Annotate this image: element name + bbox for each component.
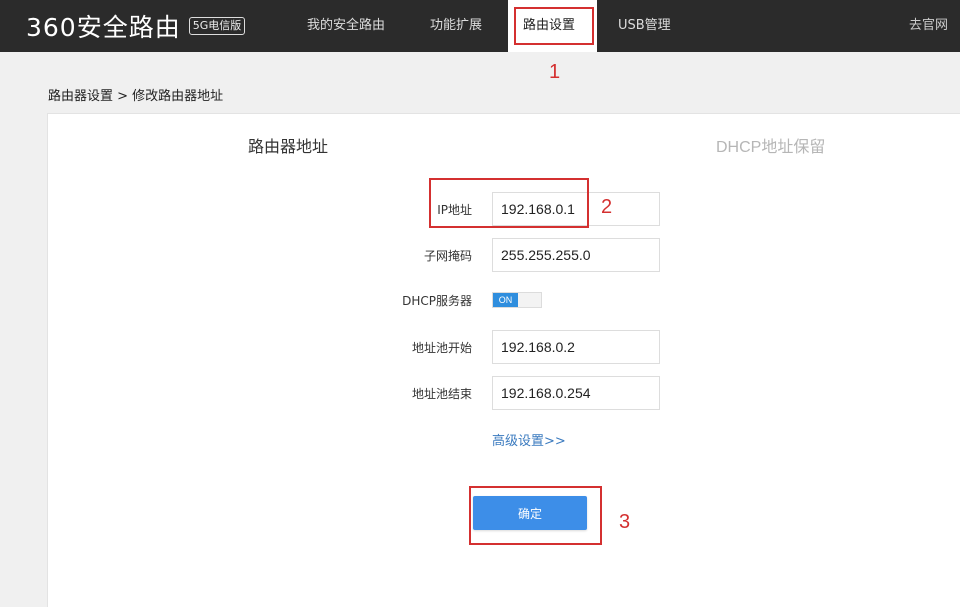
confirm-button[interactable]: 确定 <box>473 496 587 530</box>
tab-router-address[interactable]: 路由器地址 <box>248 133 328 157</box>
nav-extensions[interactable]: 功能扩展 <box>430 0 482 52</box>
dhcp-server-label: DHCP服务器 <box>402 294 472 308</box>
pool-end-input[interactable]: 192.168.0.254 <box>492 376 660 410</box>
tab-dhcp-reservation[interactable]: DHCP地址保留 <box>716 133 825 157</box>
breadcrumb: 路由器设置 > 修改路由器地址 <box>48 89 224 104</box>
pool-start-label: 地址池开始 <box>411 341 472 355</box>
logo-badge: 5G电信版 <box>188 17 246 35</box>
logo: 360安全路由 5G电信版 <box>26 8 246 44</box>
nav-my-router[interactable]: 我的安全路由 <box>307 0 385 52</box>
annotation-number-3: 3 <box>619 511 631 533</box>
toggle-on-indicator: ON <box>493 293 518 307</box>
annotation-number-2: 2 <box>601 196 613 218</box>
subnet-mask-label: 子网掩码 <box>423 249 472 263</box>
subnet-mask-input[interactable]: 255.255.255.0 <box>492 238 660 272</box>
top-nav-bar: 360安全路由 5G电信版 我的安全路由 功能扩展 路由设置 USB管理 去官网 <box>0 0 960 52</box>
logo-text: 360安全路由 <box>26 13 181 42</box>
nav-official-site[interactable]: 去官网 <box>909 0 948 52</box>
pool-start-input[interactable]: 192.168.0.2 <box>492 330 660 364</box>
dhcp-server-toggle[interactable]: ON <box>492 292 542 308</box>
pool-end-label: 地址池结束 <box>411 387 472 401</box>
advanced-settings-link[interactable]: 高级设置>> <box>492 430 566 449</box>
ip-address-label: IP地址 <box>437 203 472 217</box>
annotation-number-1: 1 <box>549 61 561 83</box>
nav-router-settings[interactable]: 路由设置 <box>508 0 597 52</box>
nav-usb-management[interactable]: USB管理 <box>618 0 671 52</box>
ip-address-input[interactable]: 192.168.0.1 <box>492 192 660 226</box>
